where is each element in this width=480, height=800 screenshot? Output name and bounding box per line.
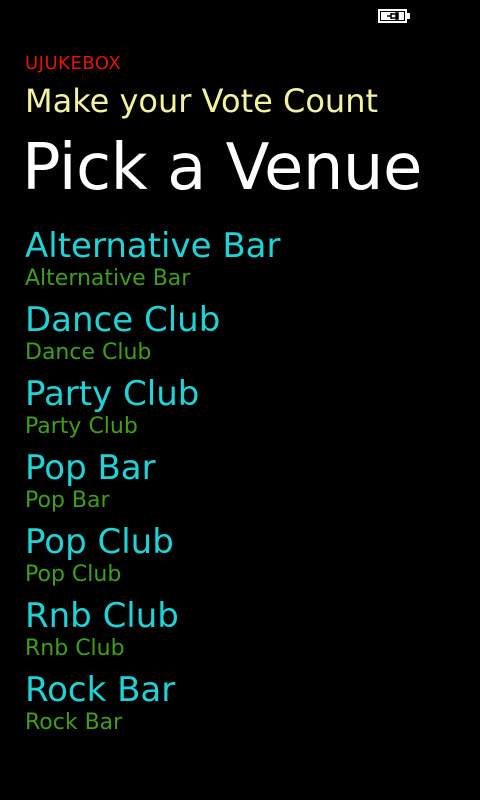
venue-item-party-club[interactable]: Party Club Party Club — [25, 374, 465, 448]
venue-name: Pop Club — [25, 522, 174, 562]
venue-item-rock-bar[interactable]: Rock Bar Rock Bar — [25, 670, 465, 744]
venue-item-pop-club[interactable]: Pop Club Pop Club — [25, 522, 465, 596]
page-title: Pick a Venue — [22, 131, 422, 205]
venue-item-alternative-bar[interactable]: Alternative Bar Alternative Bar — [25, 226, 465, 300]
status-bar — [0, 0, 480, 32]
venue-detail: Party Club — [25, 414, 138, 439]
venue-detail: Rock Bar — [25, 710, 123, 735]
venue-detail: Rnb Club — [25, 636, 125, 661]
venue-detail: Alternative Bar — [25, 266, 191, 291]
battery-charging-icon — [378, 9, 410, 23]
venue-detail: Pop Club — [25, 562, 122, 587]
app-title: UJUKEBOX — [25, 53, 122, 74]
venue-item-dance-club[interactable]: Dance Club Dance Club — [25, 300, 465, 374]
venue-list: Alternative Bar Alternative Bar Dance Cl… — [25, 226, 465, 744]
venue-item-pop-bar[interactable]: Pop Bar Pop Bar — [25, 448, 465, 522]
venue-name: Rnb Club — [25, 596, 179, 636]
venue-name: Rock Bar — [25, 670, 176, 710]
page-subtitle: Make your Vote Count — [25, 82, 379, 120]
venue-name: Dance Club — [25, 300, 221, 340]
venue-name: Party Club — [25, 374, 200, 414]
venue-name: Pop Bar — [25, 448, 156, 488]
venue-detail: Dance Club — [25, 340, 152, 365]
venue-name: Alternative Bar — [25, 226, 281, 266]
venue-detail: Pop Bar — [25, 488, 110, 513]
venue-item-rnb-club[interactable]: Rnb Club Rnb Club — [25, 596, 465, 670]
